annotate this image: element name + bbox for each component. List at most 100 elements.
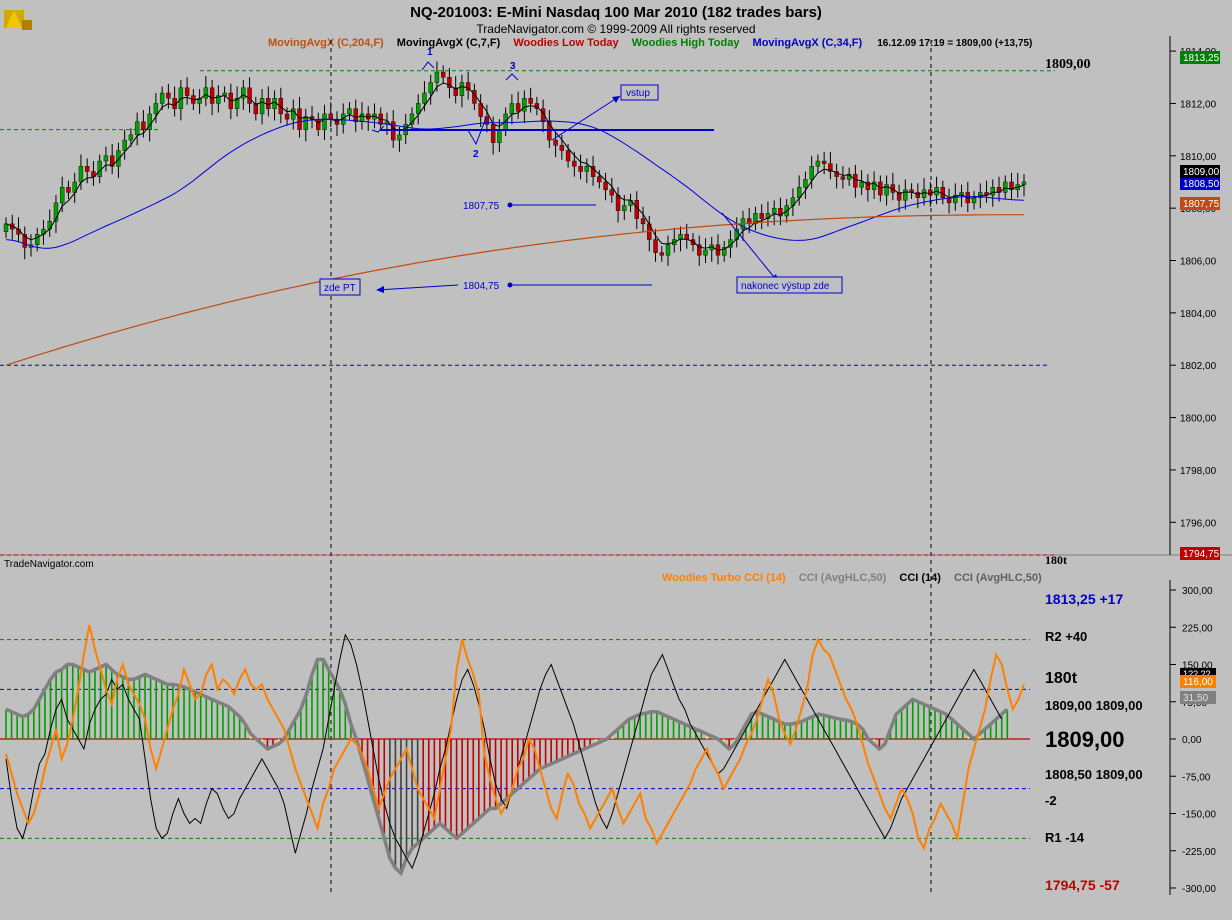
candle-body	[122, 139, 127, 151]
legend-woodies-low: Woodies Low Today	[513, 37, 619, 49]
candle-body	[640, 218, 646, 225]
cci-badges: 1??,?? 116,00 31,50	[1180, 668, 1216, 704]
candle-body	[971, 197, 977, 204]
candle-body	[903, 189, 908, 201]
side-t: 180t	[1045, 670, 1078, 687]
legend-cci-avg-2: CCI (AvgHLC,50)	[954, 572, 1042, 584]
cci-axis-label: 0,00	[1182, 735, 1202, 746]
price-axis-label: 1798,00	[1180, 466, 1217, 477]
candle-body	[166, 92, 171, 99]
candle-body	[353, 108, 358, 122]
candle-body	[809, 166, 814, 180]
candle-body	[759, 213, 764, 219]
level-1807-label: 1807,75	[463, 201, 500, 212]
badge-low-text: 1794,75	[1183, 549, 1220, 560]
candle-body	[597, 176, 602, 183]
candle-body	[921, 189, 927, 198]
candle-body	[1021, 181, 1027, 185]
candle-body	[559, 145, 565, 151]
side-r1: R1 -14	[1045, 830, 1085, 845]
cci-axis-label: 225,00	[1182, 623, 1213, 634]
price-axis-label: 1812,00	[1180, 99, 1217, 110]
cci-axis-label: -75,00	[1182, 772, 1211, 783]
price-label-180t: 180t	[1045, 553, 1067, 567]
candle-body	[153, 103, 159, 115]
header-info: 16.12.09 17:19 = 1809,00 (+13,75)	[877, 38, 1032, 49]
wave-2-label: 2	[473, 149, 479, 160]
badge-current-text: 1809,00	[1183, 167, 1220, 178]
candle-body	[328, 113, 333, 120]
badge-ma204-text: 1807,75	[1183, 199, 1220, 210]
candle-body	[578, 166, 583, 172]
candle-body	[434, 71, 440, 83]
candle-body	[553, 139, 558, 146]
price-label-1809: 1809,00	[1045, 57, 1091, 72]
price-axis-label: 1802,00	[1180, 361, 1217, 372]
candle-body	[803, 179, 808, 188]
candle-body	[490, 124, 496, 143]
candle-body	[665, 244, 671, 256]
candle-body	[284, 113, 290, 120]
legend-cci-avg: CCI (AvgHLC,50)	[799, 572, 887, 584]
candle-body	[316, 118, 321, 130]
candle-body	[184, 87, 190, 96]
chart-window: NQ-201003: E-Mini Nasdaq 100 Mar 2010 (1…	[0, 0, 1232, 915]
legend-ma7: MovingAvgX (C,7,F)	[397, 37, 501, 49]
candle-body	[128, 134, 134, 141]
candle-body	[3, 223, 9, 232]
candle-body	[915, 192, 921, 198]
wave-3-label: 3	[510, 61, 516, 72]
candle-body	[359, 113, 365, 122]
side-m2: -2	[1045, 793, 1057, 808]
side-a1: 1809,00 1809,00	[1045, 698, 1143, 713]
cci-axis-label: 300,00	[1182, 586, 1213, 597]
candle-body	[497, 129, 502, 143]
exit-label: nakonec výstup zde	[741, 281, 830, 292]
candle-body	[840, 176, 846, 180]
wave-1-label: 1	[427, 47, 433, 58]
candle-body	[397, 134, 402, 141]
candle-body	[928, 189, 933, 196]
zde-pt-label: zde PT	[324, 283, 356, 294]
candle-body	[853, 173, 858, 188]
candle-body	[78, 166, 84, 183]
candle-body	[703, 249, 708, 256]
candle-body	[522, 98, 527, 112]
candle-body	[609, 189, 615, 196]
candle-body	[66, 187, 71, 193]
candle-body	[203, 87, 209, 99]
price-indicator-legend: MovingAvgX (C,204,F) MovingAvgX (C,7,F) …	[268, 37, 1032, 49]
cci-legend: Woodies Turbo CCI (14) CCI (AvgHLC,50) C…	[662, 572, 1042, 584]
candle-body	[459, 82, 465, 96]
side-r2: R2 +40	[1045, 629, 1087, 644]
candle-body	[771, 207, 777, 214]
candle-body	[509, 103, 515, 115]
level-1807-dot	[507, 202, 513, 208]
candle-body	[347, 108, 352, 115]
candle-body	[659, 252, 664, 256]
level-1804-dot	[507, 282, 513, 288]
candle-body	[584, 166, 590, 172]
chart-title: NQ-201003: E-Mini Nasdaq 100 Mar 2010 (1…	[410, 4, 822, 21]
cci-axis-label: -150,00	[1182, 810, 1216, 821]
price-axis-label: 1810,00	[1180, 152, 1217, 163]
candle-body	[247, 87, 252, 104]
side-main: 1809,00	[1045, 727, 1125, 752]
candle-body	[103, 155, 109, 162]
candle-body	[141, 121, 146, 130]
candle-body	[322, 113, 327, 130]
candle-body	[1003, 181, 1008, 193]
candle-body	[990, 187, 995, 196]
candle-body	[622, 205, 627, 211]
legend-turbo-cci: Woodies Turbo CCI (14)	[662, 572, 786, 584]
cci-axis-label: -225,00	[1182, 847, 1216, 858]
side-low: 1794,75 -57	[1045, 877, 1120, 893]
chart-canvas: NQ-201003: E-Mini Nasdaq 100 Mar 2010 (1…	[0, 0, 1232, 915]
price-axis-label: 1806,00	[1180, 257, 1217, 268]
legend-cci14: CCI (14)	[899, 572, 941, 584]
cci-axis-label: -300,00	[1182, 884, 1216, 895]
candle-body	[440, 71, 446, 78]
candle-body	[515, 103, 521, 112]
candle-body	[528, 98, 533, 104]
candle-body	[603, 181, 608, 191]
